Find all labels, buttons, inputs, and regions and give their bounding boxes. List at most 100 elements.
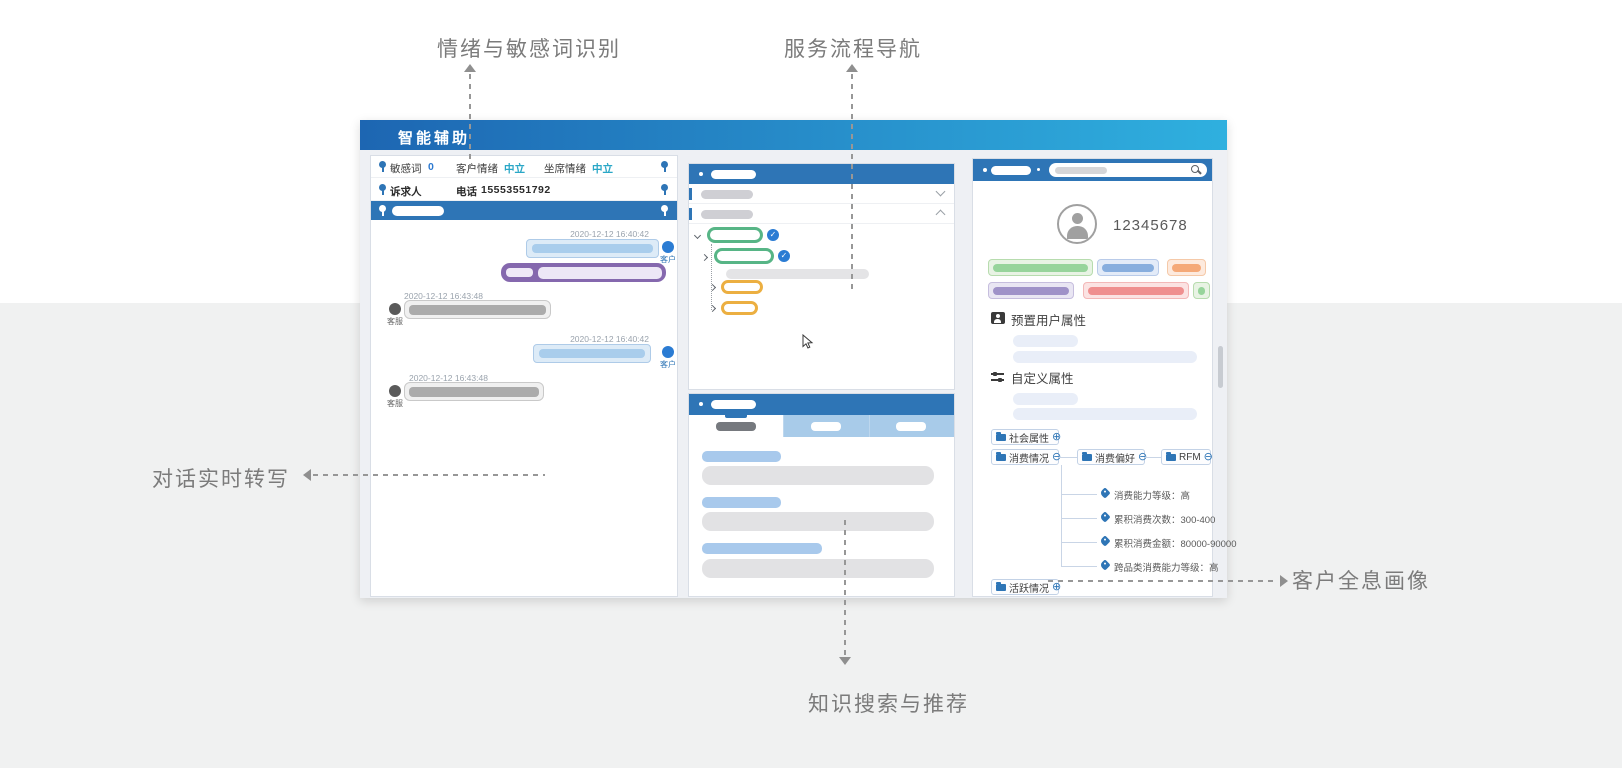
folder-icon <box>1166 454 1176 461</box>
annotation-sentiment: 情绪与敏感词识别 <box>437 33 621 63</box>
flow-node-pending[interactable] <box>721 301 758 315</box>
flow-panel-header <box>689 164 954 184</box>
knowledge-tab[interactable] <box>870 415 954 437</box>
message-text-placeholder <box>539 349 645 358</box>
arrow-left-icon <box>303 469 311 481</box>
attribute-placeholder <box>1013 393 1078 405</box>
consumption-tag: 累积消费金额：80000-90000 <box>1114 536 1237 550</box>
profile-tag-red[interactable] <box>1083 282 1189 299</box>
agent-message-bubble[interactable] <box>404 300 551 319</box>
knowledge-panel-title-placeholder <box>711 400 756 409</box>
sliders-icon <box>991 371 1004 383</box>
tree-elbow <box>1061 566 1097 567</box>
result-title-placeholder[interactable] <box>702 497 781 508</box>
profile-tag-blue[interactable] <box>1097 259 1159 276</box>
header-dot-icon <box>1037 168 1040 171</box>
customer-avatar <box>662 346 674 358</box>
agent-avatar <box>389 303 401 315</box>
result-title-placeholder[interactable] <box>702 451 781 462</box>
pin-icon <box>661 205 668 212</box>
search-placeholder-bar <box>1055 167 1107 174</box>
collapse-arrow-icon[interactable] <box>701 254 708 261</box>
annotation-transcription: 对话实时转写 <box>152 463 290 493</box>
expand-plus-icon[interactable]: ⊕ <box>1052 582 1061 593</box>
expand-arrow-icon[interactable] <box>694 232 701 239</box>
flow-tree <box>689 224 954 389</box>
flow-node-pending[interactable] <box>721 280 763 294</box>
profile-tag-purple[interactable] <box>988 282 1074 299</box>
service-flow-panel <box>688 163 955 390</box>
consumption-tag: 跨品类消费能力等级：高 <box>1114 560 1219 574</box>
rfm-node[interactable]: RFM ⊖ <box>1161 449 1211 465</box>
customer-profile-panel: 12345678 预置用户属性 自定义属性 社 <box>972 158 1213 597</box>
customer-message-bubble[interactable] <box>526 239 659 258</box>
tag-icon <box>1099 487 1110 498</box>
profile-search-input[interactable] <box>1049 163 1207 177</box>
folder-icon <box>996 434 1006 441</box>
flow-node-done[interactable] <box>714 248 774 264</box>
caller-label: 诉求人 <box>390 184 422 199</box>
agent-emotion-label: 坐席情绪 <box>544 161 586 176</box>
app-window: 智能辅助 敏感词 0 客户情绪 中立 坐席情绪 中立 诉求人 电话 155535… <box>360 120 1227 598</box>
customer-id: 12345678 <box>1113 217 1188 234</box>
preference-node[interactable]: 消费偏好 ⊖ <box>1077 449 1145 465</box>
consumption-tag: 消费能力等级：高 <box>1114 488 1190 502</box>
message-time: 2020-12-12 16:40:42 <box>570 334 649 344</box>
agent-avatar <box>389 385 401 397</box>
chevron-down-icon[interactable] <box>936 187 946 197</box>
search-icon[interactable] <box>1191 165 1199 173</box>
tab-label-placeholder <box>896 422 926 431</box>
attribute-placeholder <box>1013 408 1197 420</box>
result-title-placeholder[interactable] <box>702 543 822 554</box>
consumption-node[interactable]: 消费情况 ⊖ <box>991 449 1059 465</box>
profile-tag-green[interactable] <box>988 259 1093 276</box>
knowledge-tab-active[interactable] <box>689 415 783 437</box>
flow-row-label-placeholder <box>701 190 753 199</box>
highlighted-message-bubble[interactable] <box>501 263 666 282</box>
preset-attributes-label: 预置用户属性 <box>1011 310 1086 329</box>
collapse-minus-icon[interactable]: ⊖ <box>1204 452 1213 463</box>
tree-elbow <box>1061 518 1097 519</box>
knowledge-panel <box>688 393 955 597</box>
pin-icon <box>379 184 386 191</box>
flow-collapsed-row[interactable] <box>689 184 954 204</box>
social-attributes-node[interactable]: 社会属性 ⊕ <box>991 429 1059 445</box>
annotation-service-flow: 服务流程导航 <box>784 33 922 63</box>
message-text-placeholder <box>532 244 653 253</box>
knowledge-results <box>689 437 954 596</box>
sensitive-word-label: 敏感词 <box>390 161 422 176</box>
check-badge-icon <box>778 250 790 262</box>
app-title: 智能辅助 <box>398 127 470 148</box>
knowledge-tab[interactable] <box>784 415 869 437</box>
profile-tag-green[interactable] <box>1193 282 1210 299</box>
sensitive-tag-placeholder <box>506 268 533 277</box>
scrollbar-thumb[interactable] <box>1218 346 1223 388</box>
attribute-placeholder <box>1013 351 1197 363</box>
flow-expanded-row[interactable] <box>689 204 954 224</box>
page: 智能辅助 敏感词 0 客户情绪 中立 坐席情绪 中立 诉求人 电话 155535… <box>0 0 1622 768</box>
result-snippet-placeholder <box>702 466 934 485</box>
custom-attributes-label: 自定义属性 <box>1011 368 1074 387</box>
social-label: 社会属性 <box>1009 430 1049 445</box>
agent-role-label: 客服 <box>387 316 403 327</box>
message-text-placeholder <box>409 305 546 315</box>
profile-tag-orange[interactable] <box>1167 259 1206 276</box>
annotation-line-transcription <box>313 474 545 476</box>
tree-connector <box>1059 457 1077 458</box>
message-time: 2020-12-12 16:40:42 <box>570 229 649 239</box>
tree-connector <box>1145 457 1161 458</box>
collapse-arrow-icon[interactable] <box>709 305 716 312</box>
customer-avatar <box>662 241 674 253</box>
customer-avatar-large <box>1057 204 1097 244</box>
chat-section-bar <box>371 201 677 220</box>
tab-label-placeholder <box>811 422 841 431</box>
message-text-placeholder <box>409 387 539 397</box>
annotation-profile: 客户全息画像 <box>1292 565 1430 595</box>
chevron-up-icon[interactable] <box>936 210 946 220</box>
customer-message-bubble[interactable] <box>533 344 651 363</box>
expand-plus-icon[interactable]: ⊕ <box>1052 432 1061 443</box>
agent-message-bubble[interactable] <box>404 382 544 401</box>
phone-label: 电话 <box>456 184 477 199</box>
pin-icon <box>379 205 386 212</box>
flow-node-done[interactable] <box>707 227 763 243</box>
